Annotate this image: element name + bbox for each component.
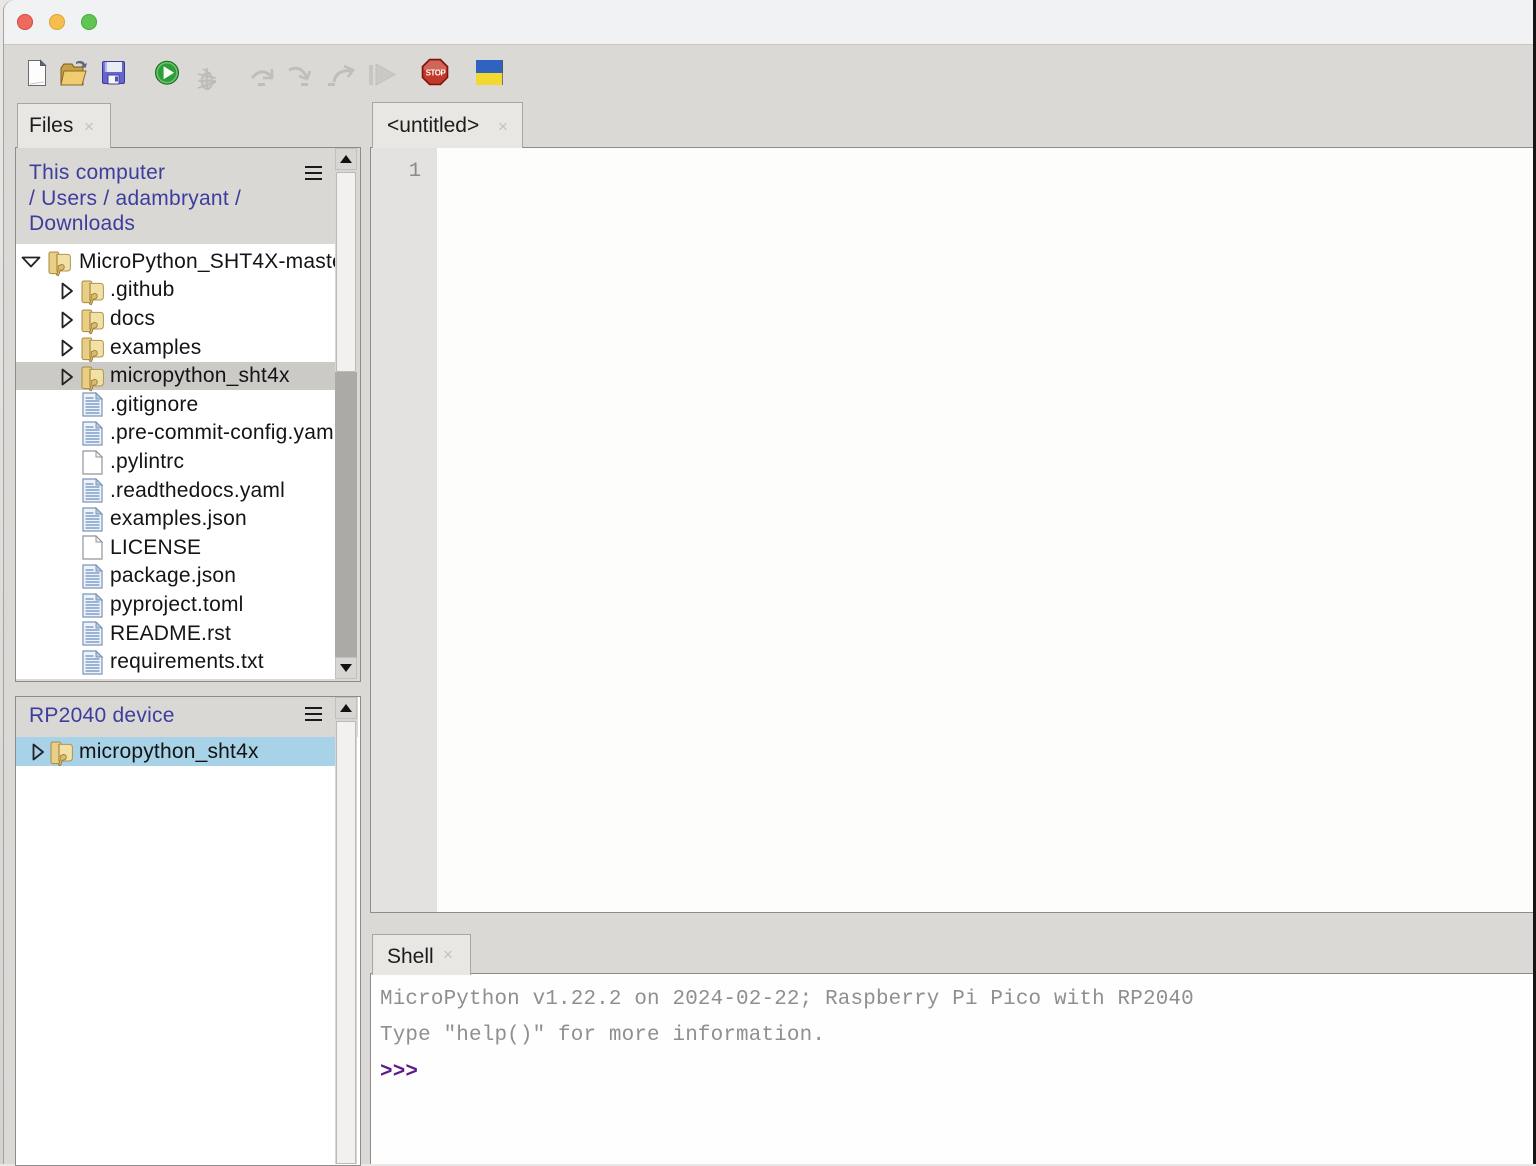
svg-text:STOP: STOP <box>426 69 447 78</box>
